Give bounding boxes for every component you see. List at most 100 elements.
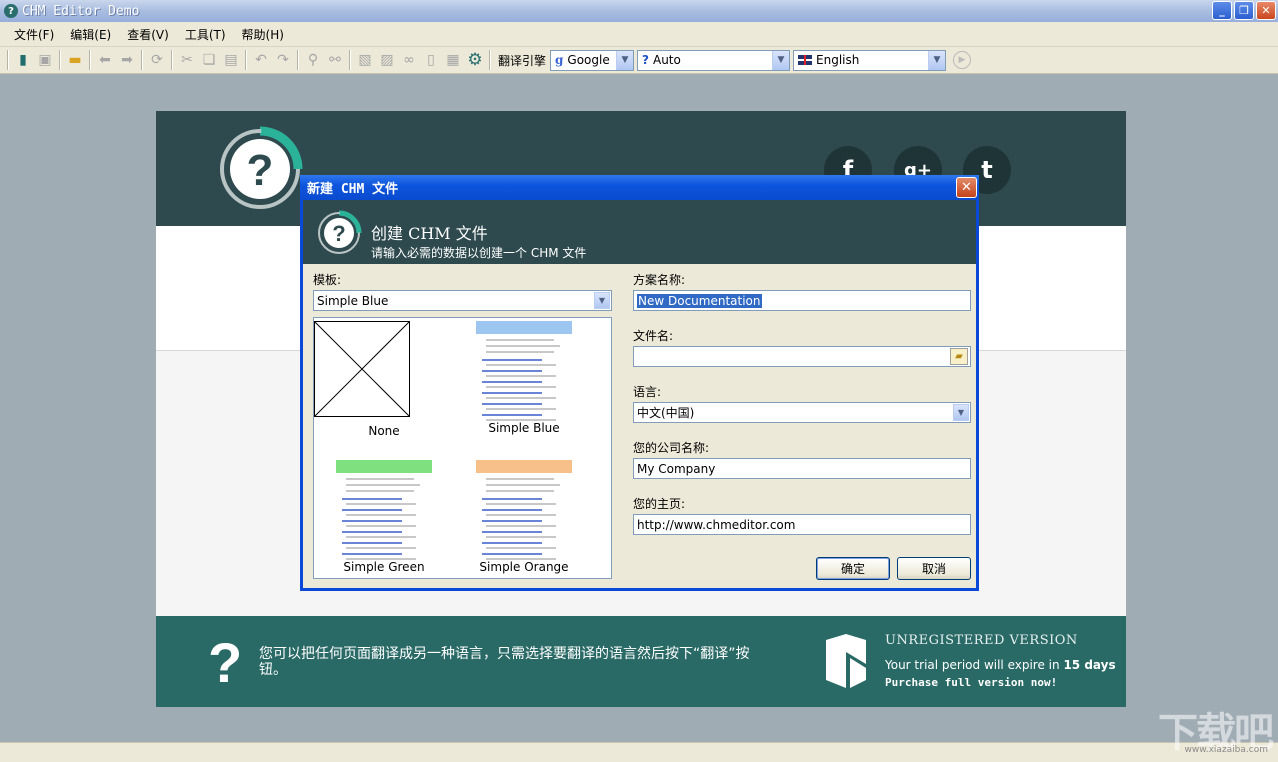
target-language-value: English	[816, 53, 860, 67]
new-book-icon[interactable]: ▮	[12, 49, 34, 71]
menu-edit[interactable]: 编辑(E)	[70, 26, 111, 43]
uk-flag-icon	[798, 55, 813, 65]
insert-image-icon[interactable]: ▧	[354, 49, 376, 71]
thumb-text-line	[482, 414, 542, 416]
redo-icon[interactable]: ↷	[272, 49, 294, 71]
find-icon[interactable]: ⚲	[302, 49, 324, 71]
thumb-text-line	[482, 509, 542, 511]
menu-help[interactable]: 帮助(H)	[242, 26, 284, 43]
toolbar-separator	[297, 50, 299, 70]
engine-value: Google	[567, 53, 610, 67]
thumb-text-line	[486, 536, 556, 538]
template-select[interactable]: Simple Blue ▼	[313, 290, 612, 311]
template-simple-orange[interactable]: Simple Orange	[454, 460, 594, 574]
chevron-down-icon[interactable]: ▼	[928, 50, 946, 70]
thumb-text-line	[486, 558, 556, 560]
project-name-label: 方案名称:	[633, 273, 686, 287]
source-language-select[interactable]: ? Auto ▼	[637, 49, 791, 71]
thumb-text-line	[482, 520, 542, 522]
thumb-text-line	[486, 397, 556, 399]
back-arrow-icon[interactable]: ⬅	[94, 49, 116, 71]
toolbar-separator	[349, 50, 351, 70]
thumb-text-line	[486, 478, 554, 480]
toolbar-separator	[141, 50, 143, 70]
thumb-text-line	[346, 547, 416, 549]
thumb-text-line	[482, 359, 542, 361]
chevron-down-icon[interactable]: ▼	[772, 50, 790, 70]
template-none[interactable]: None	[314, 321, 454, 438]
watermark-url: www.xiazaiba.com	[1184, 745, 1268, 755]
thumb-text-line	[486, 364, 556, 366]
thumb-text-line	[346, 525, 416, 527]
svg-text:?: ?	[247, 146, 274, 195]
target-language-select[interactable]: English ▼	[793, 49, 947, 71]
menu-tools[interactable]: 工具(T)	[185, 26, 226, 43]
company-value: My Company	[637, 461, 716, 476]
chm-logo-icon: ?	[220, 126, 303, 209]
open-folder-icon[interactable]: ▬	[64, 49, 86, 71]
chm-logo-icon: ?	[318, 210, 362, 254]
purchase-link[interactable]: Purchase full version now!	[885, 676, 1057, 689]
cut-icon[interactable]: ✂	[176, 49, 198, 71]
image-icon[interactable]: ▨	[376, 49, 398, 71]
project-name-input[interactable]: New Documentation	[633, 290, 971, 311]
thumb-text-line	[346, 503, 416, 505]
refresh-icon[interactable]: ⟳	[146, 49, 168, 71]
filename-input[interactable]: ▰	[633, 346, 971, 367]
template-thumbnail	[476, 321, 572, 421]
thumb-header	[476, 460, 572, 473]
chevron-down-icon[interactable]: ▼	[594, 292, 610, 309]
homepage-value: http://www.chmeditor.com	[637, 517, 796, 532]
toolbar-separator	[7, 50, 9, 70]
copy-icon[interactable]: ❏	[198, 49, 220, 71]
bookmark-icon[interactable]: ▯	[420, 49, 442, 71]
undo-icon[interactable]: ↶	[250, 49, 272, 71]
restore-button[interactable]: ❐	[1234, 1, 1254, 20]
minimize-button[interactable]: _	[1212, 1, 1232, 20]
thumb-text-line	[482, 553, 542, 555]
ok-button[interactable]: 确定	[816, 557, 890, 580]
template-simple-blue[interactable]: Simple Blue	[454, 321, 594, 435]
menu-view[interactable]: 查看(V)	[127, 26, 169, 43]
vendor-logo-icon	[826, 634, 866, 688]
empty-template-icon	[314, 321, 410, 417]
template-gallery[interactable]: None Simple Blue Simple Green Simple Ora…	[313, 317, 612, 579]
template-thumbnail	[476, 460, 572, 560]
menu-file[interactable]: 文件(F)	[14, 26, 54, 43]
link-icon[interactable]: ∞	[398, 49, 420, 71]
chevron-down-icon[interactable]: ▼	[616, 50, 634, 70]
thumb-text-line	[346, 514, 416, 516]
translate-play-icon[interactable]: ▶	[953, 51, 972, 69]
homepage-input[interactable]: http://www.chmeditor.com	[633, 514, 971, 535]
browse-folder-icon[interactable]: ▰	[950, 348, 968, 365]
paste-icon[interactable]: ▤	[220, 49, 242, 71]
dialog-heading: 创建 CHM 文件	[371, 224, 488, 243]
dialog-close-button[interactable]: ✕	[956, 177, 977, 198]
thumb-header	[476, 321, 572, 334]
close-button[interactable]: ✕	[1256, 1, 1276, 20]
table-icon[interactable]: ▦	[442, 49, 464, 71]
forward-arrow-icon[interactable]: ➡	[116, 49, 138, 71]
replace-icon[interactable]: ⚯	[324, 49, 346, 71]
cancel-button[interactable]: 取消	[897, 557, 971, 580]
template-simple-green[interactable]: Simple Green	[314, 460, 454, 574]
dialog-header: ? 创建 CHM 文件 请输入必需的数据以创建一个 CHM 文件	[303, 200, 976, 264]
thumb-text-line	[482, 542, 542, 544]
template-label: 模板:	[313, 273, 342, 287]
trial-prefix: Your trial period will expire in	[885, 658, 1060, 672]
thumb-text-line	[486, 351, 554, 353]
language-select[interactable]: 中文(中国) ▼	[633, 402, 971, 423]
gear-icon[interactable]: ⚙	[464, 49, 486, 71]
homepage-label: 您的主页:	[633, 497, 686, 511]
company-input[interactable]: My Company	[633, 458, 971, 479]
toolbar-separator	[171, 50, 173, 70]
thumb-header	[336, 460, 432, 473]
chevron-down-icon[interactable]: ▼	[953, 404, 969, 421]
thumb-text-line	[346, 478, 414, 480]
app-icon: ?	[4, 4, 18, 18]
trial-notice: Your trial period will expire in 15 days	[885, 658, 1116, 672]
engine-select[interactable]: g Google ▼	[550, 49, 635, 71]
thumb-text-line	[486, 525, 556, 527]
save-icon[interactable]: ▣	[34, 49, 56, 71]
window-titlebar: ? CHM Editor Demo _ ❐ ✕	[0, 0, 1278, 22]
